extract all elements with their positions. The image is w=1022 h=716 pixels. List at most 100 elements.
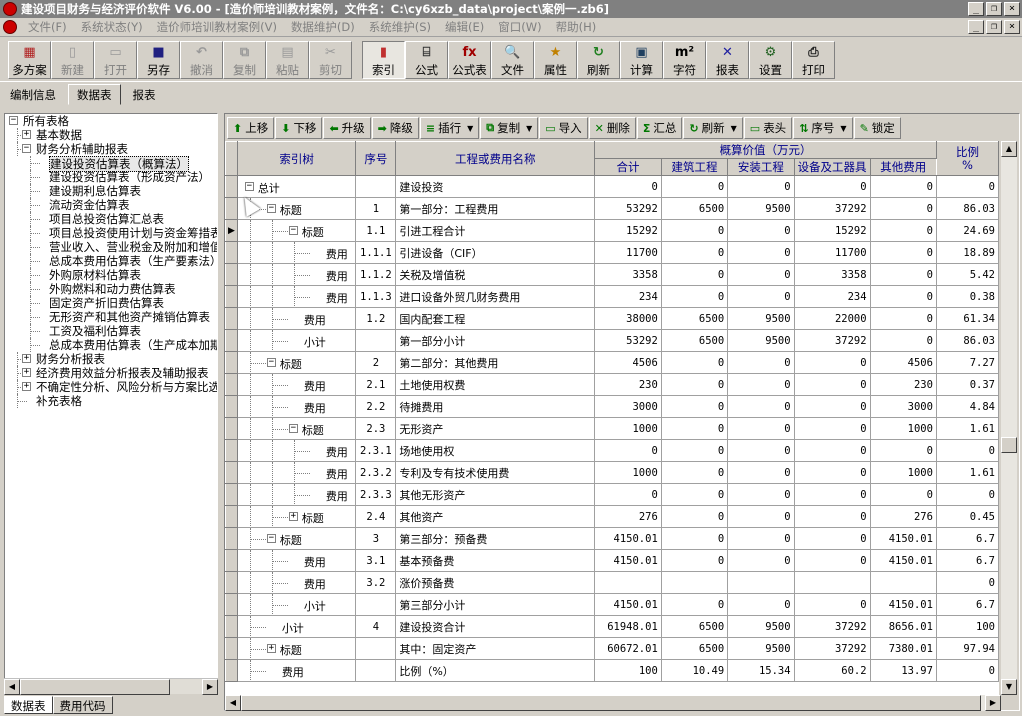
toolbar-button[interactable]: ↻ 刷新	[577, 41, 620, 79]
total-cell[interactable]: 100	[594, 659, 662, 682]
toolbar-button[interactable]: ▮ 索引	[362, 41, 405, 79]
equipment-cell[interactable]: 0	[793, 175, 871, 198]
tree-item[interactable]: 工资及福利估算表	[5, 324, 217, 338]
name-cell[interactable]: 场地使用权	[395, 439, 596, 462]
install-cell[interactable]: 0	[727, 483, 795, 506]
index-tree-cell[interactable]: 费用	[236, 307, 357, 330]
ratio-cell[interactable]: 6.7	[935, 593, 999, 616]
tree-item[interactable]: 建设期利息估算表	[5, 184, 217, 198]
total-cell[interactable]: 1000	[594, 461, 662, 484]
menu-item[interactable]: 系统状态(Y)	[74, 19, 150, 35]
equipment-cell[interactable]: 0	[793, 373, 871, 396]
header-other[interactable]: 其他费用	[869, 158, 937, 176]
toolbar-button[interactable]: 🔍 文件	[491, 41, 534, 79]
other-cell[interactable]: 0	[869, 439, 937, 462]
name-cell[interactable]: 比例（%）	[395, 659, 596, 682]
seq-cell[interactable]	[355, 593, 397, 616]
total-cell[interactable]: 53292	[594, 329, 662, 352]
install-cell[interactable]: 0	[727, 373, 795, 396]
tree-item[interactable]: + 经济费用效益分析报表及辅助报表	[5, 366, 217, 380]
vertical-scroll-thumb[interactable]	[1001, 437, 1017, 453]
ratio-cell[interactable]: 0	[935, 659, 999, 682]
name-cell[interactable]: 关税及增值税	[395, 263, 596, 286]
total-cell[interactable]: 3000	[594, 395, 662, 418]
install-cell[interactable]: 0	[727, 439, 795, 462]
toolbar-button[interactable]: ▦ 多方案	[8, 41, 51, 79]
toolbar-button[interactable]: ✕ 报表	[706, 41, 749, 79]
index-tree-cell[interactable]: − 标题	[236, 417, 357, 440]
equipment-cell[interactable]: 234	[793, 285, 871, 308]
dropdown-arrow-icon[interactable]: ▼	[840, 124, 846, 133]
equipment-cell[interactable]: 60.2	[793, 659, 871, 682]
building-cell[interactable]: 10.49	[660, 659, 729, 682]
row-indicator[interactable]	[225, 373, 238, 396]
tree-item[interactable]: + 不确定性分析、风险分析与方案比选	[5, 380, 217, 394]
install-cell[interactable]: 0	[727, 285, 795, 308]
install-cell[interactable]: 9500	[727, 329, 795, 352]
scroll-right-icon[interactable]: ▶	[202, 679, 218, 695]
total-cell[interactable]: 4150.01	[594, 549, 662, 572]
name-cell[interactable]: 第一部分：工程费用	[395, 197, 596, 220]
index-tree-cell[interactable]: − 标题	[236, 527, 357, 550]
table-row[interactable]: − 标题 2.3 无形资产 1000 0 0 0 1000 1.61	[225, 417, 999, 440]
row-indicator[interactable]	[225, 241, 238, 264]
seq-cell[interactable]: 1.1.2	[355, 263, 397, 286]
table-row[interactable]: − 标题 2 第二部分：其他费用 4506 0 0 0 4506 7.27	[225, 351, 999, 374]
bottom-tab[interactable]: 费用代码	[52, 696, 113, 714]
building-cell[interactable]: 0	[660, 395, 729, 418]
seq-cell[interactable]	[355, 329, 397, 352]
row-indicator[interactable]	[225, 417, 238, 440]
table-row[interactable]: 费用 2.2 待摊费用 3000 0 0 0 3000 4.84	[225, 395, 999, 418]
table-row[interactable]: 费用 1.1.1 引进设备（CIF） 11700 0 0 11700 0 18.89	[225, 241, 999, 264]
equipment-cell[interactable]: 0	[793, 549, 871, 572]
total-cell[interactable]: 0	[594, 483, 662, 506]
ratio-cell[interactable]: 4.84	[935, 395, 999, 418]
total-cell[interactable]: 234	[594, 285, 662, 308]
building-cell[interactable]: 0	[660, 285, 729, 308]
total-cell[interactable]: 1000	[594, 417, 662, 440]
other-cell[interactable]: 1000	[869, 417, 937, 440]
table-row[interactable]: − 标题 1 第一部分：工程费用 53292 6500 9500 37292 0 86.03	[225, 197, 999, 220]
row-indicator[interactable]	[225, 395, 238, 418]
collapse-icon[interactable]: −	[288, 424, 298, 433]
tree-item[interactable]: + 财务分析报表	[5, 352, 217, 366]
total-cell[interactable]: 3358	[594, 263, 662, 286]
name-cell[interactable]: 建设投资合计	[395, 615, 596, 638]
grid-toolbar-button[interactable]: ⬅ 升级	[323, 117, 371, 139]
menu-item[interactable]: 造价师培训教材案例(V)	[150, 19, 284, 35]
index-tree-cell[interactable]: 费用	[236, 241, 357, 264]
restore-button[interactable]: ❐	[986, 2, 1002, 16]
total-cell[interactable]: 0	[594, 439, 662, 462]
seq-cell[interactable]: 1.1.1	[355, 241, 397, 264]
other-cell[interactable]: 4150.01	[869, 549, 937, 572]
index-tree-cell[interactable]: − 标题	[236, 351, 357, 374]
menu-item[interactable]: 帮助(H)	[549, 19, 604, 35]
scroll-down-icon[interactable]: ▼	[1001, 679, 1017, 695]
seq-cell[interactable]: 1	[355, 197, 397, 220]
scroll-left-icon[interactable]: ◀	[4, 679, 20, 695]
tree-item[interactable]: 建设投资估算表（形成资产法）	[5, 170, 217, 184]
ratio-cell[interactable]: 1.61	[935, 417, 999, 440]
other-cell[interactable]: 0	[869, 329, 937, 352]
ratio-cell[interactable]: 6.7	[935, 527, 999, 550]
tree-item[interactable]: 总成本费用估算表（生产要素法）	[5, 254, 217, 268]
equipment-cell[interactable]: 37292	[793, 329, 871, 352]
equipment-cell[interactable]: 0	[793, 505, 871, 528]
table-row[interactable]: − 标题 3 第三部分：预备费 4150.01 0 0 0 4150.01 6.7	[225, 527, 999, 550]
toolbar-button[interactable]: ⧉ 复制	[223, 41, 266, 79]
other-cell[interactable]	[869, 571, 937, 594]
tree-item[interactable]: 外购燃料和动力费估算表	[5, 282, 217, 296]
index-tree-cell[interactable]: 费用	[236, 263, 357, 286]
tree-item[interactable]: 总成本费用估算表（生产成本加期间费用法）	[5, 338, 217, 352]
ratio-cell[interactable]: 100	[935, 615, 999, 638]
index-tree-cell[interactable]: 费用	[236, 439, 357, 462]
name-cell[interactable]: 第三部分：预备费	[395, 527, 596, 550]
collapse-icon[interactable]: −	[22, 144, 31, 153]
other-cell[interactable]: 0	[869, 197, 937, 220]
view-tab[interactable]: 数据表	[68, 84, 121, 105]
grid-toolbar-button[interactable]: ↻ 刷新 ▼	[683, 117, 743, 139]
install-cell[interactable]: 9500	[727, 307, 795, 330]
total-cell[interactable]: 4150.01	[594, 527, 662, 550]
install-cell[interactable]: 0	[727, 527, 795, 550]
grid-horizontal-scrollbar[interactable]: ◀ ▶	[225, 695, 1001, 711]
